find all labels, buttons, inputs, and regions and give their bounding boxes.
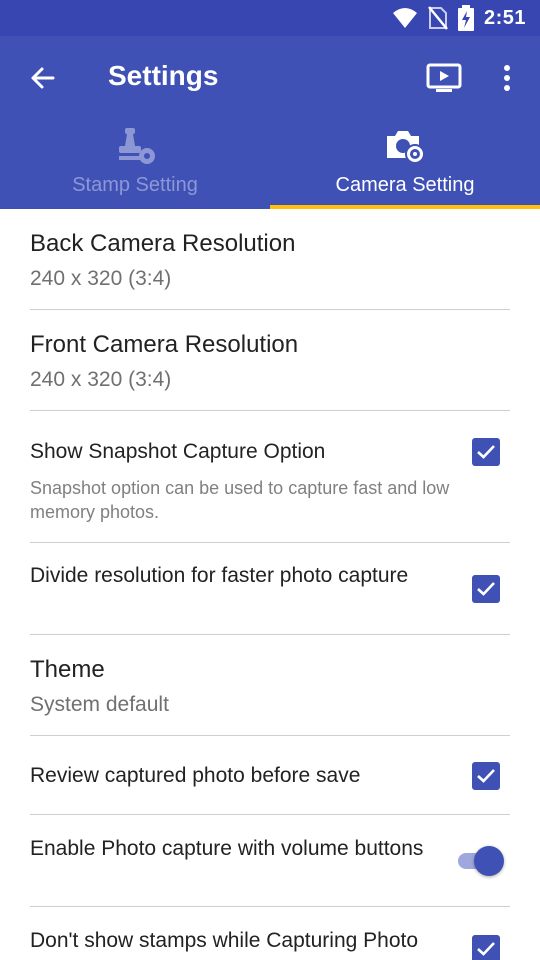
- settings-list: Back Camera Resolution 240 x 320 (3:4) F…: [0, 209, 540, 960]
- setting-volume-capture[interactable]: Enable Photo capture with volume buttons: [30, 815, 510, 907]
- slideshow-button[interactable]: [422, 60, 466, 96]
- tab-label: Stamp Setting: [72, 174, 198, 196]
- check-icon: [477, 769, 495, 783]
- camera-gear-icon: [387, 131, 425, 164]
- setting-divide-resolution[interactable]: Divide resolution for faster photo captu…: [30, 543, 510, 635]
- setting-title: Review captured photo before save: [30, 764, 361, 787]
- setting-value: 240 x 320 (3:4): [30, 267, 172, 290]
- no-sim-icon: [428, 6, 448, 30]
- review-photo-checkbox[interactable]: [472, 762, 500, 790]
- setting-title: Enable Photo capture with volume buttons: [30, 837, 424, 860]
- setting-title: Back Camera Resolution: [30, 230, 296, 257]
- snapshot-checkbox[interactable]: [472, 438, 500, 466]
- setting-value: 240 x 320 (3:4): [30, 368, 172, 391]
- app-bar: Settings: [0, 36, 540, 120]
- page-title: Settings: [108, 60, 219, 91]
- tab-stamp-setting[interactable]: Stamp Setting: [0, 120, 270, 209]
- switch-thumb: [474, 846, 504, 876]
- more-vert-icon: [504, 65, 510, 91]
- wifi-icon: [392, 8, 417, 28]
- tab-camera-setting[interactable]: Camera Setting: [270, 120, 540, 209]
- setting-hide-stamps[interactable]: Don't show stamps while Capturing Photo: [30, 907, 510, 960]
- stamp-gear-icon: [119, 128, 155, 164]
- setting-value: System default: [30, 693, 169, 716]
- back-button[interactable]: [22, 58, 62, 98]
- cast-play-icon: [426, 63, 462, 92]
- tab-bar: Stamp Setting Camera Setting: [0, 120, 540, 209]
- hide-stamps-checkbox[interactable]: [472, 935, 500, 960]
- setting-back-camera-resolution[interactable]: Back Camera Resolution 240 x 320 (3:4): [30, 209, 510, 310]
- setting-title: Theme: [30, 656, 105, 683]
- setting-title: Show Snapshot Capture Option: [30, 440, 326, 463]
- setting-title: Front Camera Resolution: [30, 331, 299, 358]
- more-options-button[interactable]: [490, 60, 524, 96]
- status-bar: 2:51: [0, 0, 540, 36]
- check-icon: [477, 582, 495, 596]
- check-icon: [477, 445, 495, 459]
- arrow-left-icon: [31, 67, 55, 89]
- status-time: 2:51: [483, 6, 526, 29]
- setting-snapshot-capture[interactable]: Show Snapshot Capture Option Snapshot op…: [30, 411, 510, 543]
- setting-review-photo[interactable]: Review captured photo before save: [30, 736, 510, 815]
- setting-title: Don't show stamps while Capturing Photo: [30, 929, 419, 952]
- setting-front-camera-resolution[interactable]: Front Camera Resolution 240 x 320 (3:4): [30, 310, 510, 411]
- tab-label: Camera Setting: [335, 174, 475, 196]
- volume-capture-switch[interactable]: [458, 841, 504, 881]
- setting-title: Divide resolution for faster photo captu…: [30, 564, 409, 587]
- divide-resolution-checkbox[interactable]: [472, 575, 500, 603]
- check-icon: [477, 942, 495, 956]
- setting-theme[interactable]: Theme System default: [30, 635, 510, 736]
- battery-charging-icon: [457, 5, 474, 31]
- setting-summary: Snapshot option can be used to capture f…: [30, 478, 450, 522]
